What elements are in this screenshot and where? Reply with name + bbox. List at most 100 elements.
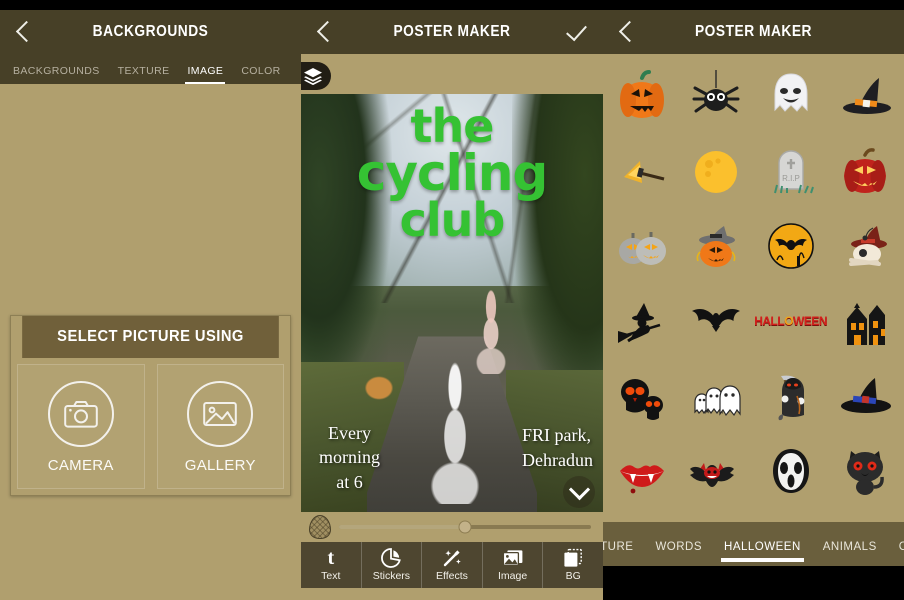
page-title: BACKGROUNDS [92,23,209,40]
panel1-content: SELECT PICTURE USING CAMERA GALLERY [0,84,301,600]
tool-stickers[interactable]: Stickers [362,542,423,588]
panel-poster-editor: POSTER MAKER the cycling club Every morn… [301,0,603,600]
opacity-slider-fill [339,525,465,529]
dialog-title: SELECT PICTURE USING [22,316,279,358]
tool-bg[interactable]: BG [543,542,603,588]
sticker-gray-pumpkins[interactable] [605,208,679,283]
tool-effects-label: Effects [436,570,468,582]
sticker-halloween-word[interactable]: HALLOWEEN [754,283,828,358]
magic-wand-icon [442,548,462,568]
backgrounds-tabbar: BACKGROUNDS TEXTURE IMAGE COLOR [0,54,301,84]
sticker-panel-body: R.I.P HALLOWEEN [603,54,904,522]
panel3-appbar: POSTER MAKER [603,10,904,54]
gallery-label: GALLERY [184,457,256,474]
sticker-grid: R.I.P HALLOWEEN [605,58,902,508]
cat-tab-animals[interactable]: ANIMALS [812,541,888,566]
gallery-icon-circle [187,381,254,447]
poster-canvas[interactable]: the cycling club Every morning at 6 FRI … [301,94,603,512]
tool-stickers-label: Stickers [372,570,411,582]
panel1-appbar: BACKGROUNDS [0,10,301,54]
camera-icon-circle [47,381,114,447]
panel2-appbar: POSTER MAKER [301,10,603,54]
camera-label: CAMERA [47,457,114,474]
sticker-haunted-house[interactable] [828,283,902,358]
tool-bg-label: BG [565,570,581,582]
scroll-down-button[interactable] [563,476,595,508]
layers-button[interactable] [301,62,331,90]
canvas-rider-front [421,353,488,504]
camera-icon [63,401,98,428]
tab-backgrounds[interactable]: BACKGROUNDS [4,65,109,84]
tab-image[interactable]: IMAGE [178,65,232,84]
three-panel-screenshot: BACKGROUNDS BACKGROUNDS TEXTURE IMAGE CO… [0,0,904,600]
back-button[interactable] [10,19,36,45]
panel3-navbar-spacer [603,566,904,600]
sticker-black-witch-hat[interactable] [828,358,902,433]
sticker-red-pumpkin[interactable] [828,133,902,208]
sticker-broom[interactable] [605,133,679,208]
svg-text:R.I.P: R.I.P [782,174,800,183]
canvas-tree-left [301,94,392,395]
canvas-dog [361,373,398,404]
cat-tab-nature[interactable]: NATURE [603,541,644,566]
sticker-witch-hat[interactable] [828,58,902,133]
opacity-slider-row [301,512,603,542]
sticker-three-ghosts[interactable] [679,358,753,433]
sticker-full-moon[interactable] [679,133,753,208]
status-bar-spacer-3 [603,0,904,10]
sticker-jack-o-lantern[interactable] [605,58,679,133]
gallery-option[interactable]: GALLERY [156,364,284,489]
page-title-2: POSTER MAKER [393,23,511,40]
sticker-ghost[interactable] [754,58,828,133]
camera-option[interactable]: CAMERA [17,364,145,489]
cat-tab-halloween[interactable]: HALLOWEEN [713,541,812,566]
sticker-category-tabs: NATURE WORDS HALLOWEEN ANIMALS CARTOON [603,522,904,566]
tab-color[interactable]: COLOR [232,65,289,84]
back-button-3[interactable] [613,19,639,45]
sticker-ghostface-mask[interactable] [754,433,828,508]
poster-caption-right[interactable]: FRI park, Dehradun [522,423,593,472]
select-picture-dialog: SELECT PICTURE USING CAMERA GALLERY [10,315,291,496]
sticker-vampire-lips[interactable] [605,433,679,508]
poster-caption-left[interactable]: Every morning at 6 [319,421,380,494]
sticker-pumpkin-with-hat[interactable] [679,208,753,283]
cat-tab-words[interactable]: WORDS [644,541,713,566]
opacity-slider-thumb[interactable] [458,520,472,534]
panel2-content: the cycling club Every morning at 6 FRI … [301,54,603,600]
image-icon [203,402,238,426]
back-button-2[interactable] [311,19,337,45]
opacity-slider[interactable] [339,520,591,534]
tool-effects[interactable]: Effects [422,542,483,588]
dialog-options: CAMERA GALLERY [11,358,290,495]
sticker-icon [381,548,402,568]
panel-backgrounds: BACKGROUNDS BACKGROUNDS TEXTURE IMAGE CO… [0,0,301,600]
sticker-spider[interactable] [679,58,753,133]
cat-tab-cartoon[interactable]: CARTOON [888,541,904,566]
editor-toolbar: t Text Stickers Effects Image BG [301,542,603,588]
tool-text-label: Text [321,570,341,582]
status-bar-spacer [0,0,301,10]
sticker-flying-witch[interactable] [605,283,679,358]
layers-icon [304,68,322,85]
canvas-tree-right [512,94,603,404]
tool-image-label: Image [497,570,528,582]
background-layers-icon [562,548,584,568]
sticker-tombstone-rip[interactable]: R.I.P [754,133,828,208]
opacity-icon[interactable] [309,515,331,539]
sticker-skull-with-witch-hat[interactable] [828,208,902,283]
status-bar-spacer-2 [301,0,603,10]
page-title-3: POSTER MAKER [694,23,813,40]
sticker-red-bat[interactable] [679,433,753,508]
image-stack-icon [502,548,524,568]
tool-text[interactable]: t Text [301,542,362,588]
sticker-black-cat[interactable] [828,433,902,508]
sticker-bat-over-moon[interactable] [754,208,828,283]
tool-image[interactable]: Image [483,542,544,588]
sticker-black-skulls[interactable] [605,358,679,433]
sticker-bat-silhouette[interactable] [679,283,753,358]
confirm-button[interactable] [567,19,593,45]
panel-sticker-picker: POSTER MAKER R.I.P HALLOWEEN TURE WORDS … [603,0,904,600]
sticker-grim-reaper[interactable] [754,358,828,433]
text-t-icon: t [327,547,335,569]
tab-texture[interactable]: TEXTURE [109,65,179,84]
